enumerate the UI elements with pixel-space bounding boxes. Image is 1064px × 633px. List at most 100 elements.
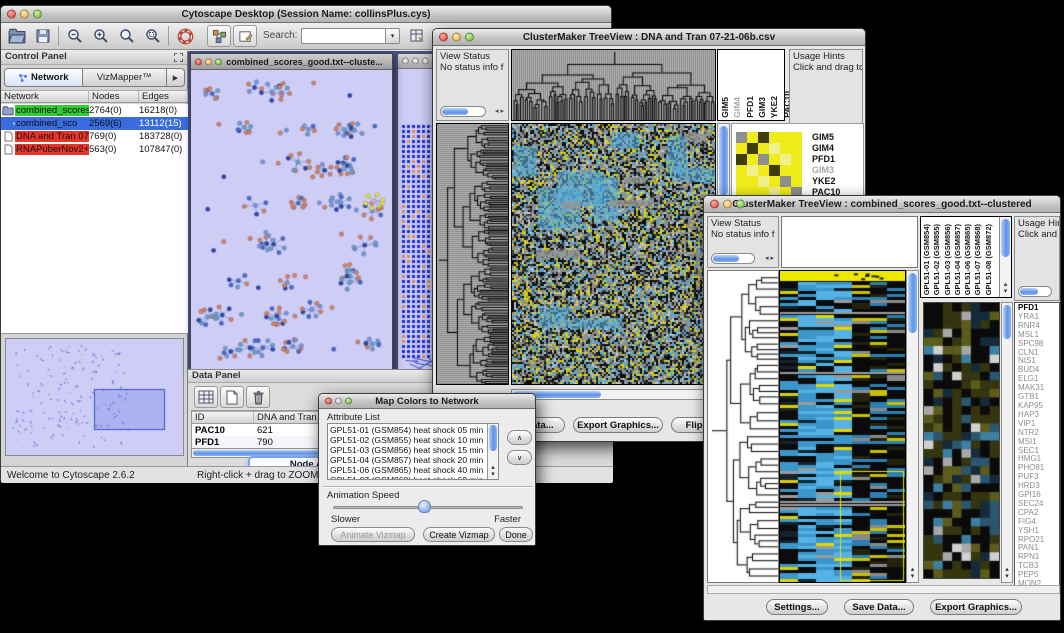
tv2-zoom-scrollbar[interactable]: ▴▾ — [1001, 302, 1013, 583]
zoom-window-icon[interactable] — [422, 58, 429, 65]
matrix-cell[interactable] — [747, 165, 758, 176]
zoom-window-icon[interactable] — [33, 10, 42, 19]
tv1-column-label[interactable]: GIM5 — [721, 97, 730, 118]
tv2-column-label[interactable]: GPL51-02 (GSM855) — [933, 224, 941, 295]
close-icon[interactable] — [402, 58, 409, 65]
save-data-button[interactable]: Save Data... — [844, 599, 914, 615]
matrix-cell[interactable] — [747, 154, 758, 165]
matrix-cell[interactable] — [791, 143, 802, 154]
zoom-fit-icon[interactable] — [115, 25, 139, 47]
tv1-heatmap[interactable] — [511, 123, 716, 385]
main-titlebar[interactable]: Cytoscape Desktop (Session Name: collins… — [1, 6, 611, 23]
col-nodes[interactable]: Nodes — [89, 91, 139, 102]
attribute-item[interactable]: GPL51-01 (GSM854) heat shock 05 min — [330, 425, 496, 435]
close-icon[interactable] — [7, 10, 16, 19]
settings-button[interactable]: Settings... — [766, 599, 828, 615]
matrix-cell[interactable] — [769, 165, 780, 176]
create-vizmap-button[interactable]: Create Vizmap — [423, 527, 495, 542]
done-button[interactable]: Done — [499, 527, 533, 542]
open-file-icon[interactable] — [5, 25, 29, 47]
matrix-cell[interactable] — [780, 132, 791, 143]
minimize-icon[interactable] — [20, 10, 29, 19]
move-attribute-up-button[interactable]: ∧ — [507, 430, 532, 445]
tv1-titlebar[interactable]: ClusterMaker TreeView : DNA and Tran 07-… — [433, 29, 865, 46]
move-attribute-down-button[interactable]: ∨ — [507, 450, 532, 465]
attribute-item[interactable]: GPL51-02 (GSM855) heat shock 10 min — [330, 435, 496, 445]
col-network[interactable]: Network — [1, 91, 89, 102]
attribute-item[interactable]: GPL51-07 (GSM868) heat shock 60 min — [330, 475, 496, 480]
network1-titlebar[interactable]: combined_scores_good.txt--cluste... — [191, 54, 392, 70]
window-controls[interactable] — [7, 10, 42, 19]
attribute-item[interactable]: GPL51-03 (GSM856) heat shock 15 min — [330, 445, 496, 455]
network-row[interactable]: combined_scores2764(0)16218(0) — [1, 104, 188, 117]
matrix-cell[interactable] — [780, 143, 791, 154]
tv2-column-dendrogram[interactable] — [781, 216, 918, 268]
search-options-icon[interactable] — [405, 25, 429, 47]
search-dropdown-icon[interactable]: ▾ — [385, 28, 400, 44]
matrix-cell[interactable] — [769, 143, 780, 154]
zoom-window-icon[interactable] — [736, 200, 745, 209]
zoom-window-icon[interactable] — [215, 58, 222, 65]
matrix-cell[interactable] — [747, 176, 758, 187]
close-icon[interactable] — [439, 33, 448, 42]
matrix-cell[interactable] — [791, 176, 802, 187]
matrix-cell[interactable] — [769, 154, 780, 165]
tv1-column-dendrogram[interactable] — [511, 49, 716, 121]
attribute-list-scrollbar[interactable]: ▴▾ — [487, 424, 498, 479]
minimize-icon[interactable] — [412, 58, 419, 65]
network-row[interactable]: DNA and Tran 07769(0)183728(0) — [1, 130, 188, 143]
tv2-column-label[interactable]: GPL51-08 (GSM872) — [985, 224, 993, 295]
network1-canvas[interactable] — [191, 70, 392, 373]
save-icon[interactable] — [31, 25, 55, 47]
matrix-cell[interactable] — [780, 165, 791, 176]
float-panel-icon[interactable] — [174, 53, 183, 62]
tv2-gene-list[interactable]: PFD1YRA1RNR4MSL1SPC98CLN1NIS1BUD4ELG1MAK… — [1014, 302, 1060, 592]
network-row[interactable]: RNAPuberNov2+!563(0)107847(0) — [1, 143, 188, 156]
tv1-column-label[interactable]: GIM4 — [733, 97, 742, 118]
matrix-cell[interactable] — [780, 154, 791, 165]
matrix-cell[interactable] — [736, 132, 747, 143]
zoom-in-icon[interactable] — [89, 25, 113, 47]
tab-overflow-icon[interactable]: ▶ — [167, 68, 185, 87]
matrix-cell[interactable] — [758, 132, 769, 143]
view-status-scrollbar[interactable] — [440, 106, 486, 117]
zoom-window-icon[interactable] — [465, 33, 474, 42]
usage-hints-scrollbar[interactable] — [1018, 286, 1052, 297]
tv2-vscrollbar[interactable]: ▴▾ — [906, 270, 919, 583]
dialog-titlebar[interactable]: Map Colors to Network — [319, 394, 535, 409]
tv2-titlebar[interactable]: ClusterMaker TreeView : combined_scores_… — [704, 196, 1060, 213]
help-lifesaver-icon[interactable] — [173, 25, 197, 47]
tv1-row-label[interactable]: YKE2 — [812, 176, 840, 187]
tv1-row-label[interactable]: GIM3 — [812, 165, 840, 176]
matrix-cell[interactable] — [747, 132, 758, 143]
tv1-column-label[interactable]: PFD1 — [746, 96, 755, 118]
attribute-table-icon[interactable] — [194, 386, 218, 408]
matrix-cell[interactable] — [780, 176, 791, 187]
attribute-item[interactable]: GPL51-04 (GSM857) heat shock 20 min — [330, 455, 496, 465]
export-graphics-button[interactable]: Export Graphics... — [573, 417, 663, 433]
matrix-cell[interactable] — [736, 176, 747, 187]
attribute-item[interactable]: GPL51-06 (GSM865) heat shock 40 min — [330, 465, 496, 475]
matrix-cell[interactable] — [736, 165, 747, 176]
minimize-icon[interactable] — [452, 33, 461, 42]
matrix-cell[interactable] — [747, 143, 758, 154]
tv1-hscrollbar[interactable] — [511, 389, 716, 400]
matrix-cell[interactable] — [791, 154, 802, 165]
delete-attribute-icon[interactable] — [246, 386, 270, 408]
minimize-icon[interactable] — [205, 58, 212, 65]
zoom-selected-icon[interactable] — [141, 25, 165, 47]
tv1-column-label[interactable]: GIM3 — [758, 97, 767, 118]
tv2-hscrollbar[interactable] — [707, 585, 1060, 594]
tv2-column-label[interactable]: GPL51-01 (GSM854) — [923, 224, 931, 295]
tv2-heatmap[interactable] — [779, 270, 906, 583]
matrix-cell[interactable] — [736, 154, 747, 165]
matrix-cell[interactable] — [758, 176, 769, 187]
tv1-row-label[interactable]: PFD1 — [812, 154, 840, 165]
attribute-list[interactable]: GPL51-01 (GSM854) heat shock 05 minGPL51… — [327, 423, 499, 480]
tv1-column-labels[interactable]: GIM5GIM4PFD1GIM3YKE2PAC10 — [717, 49, 785, 121]
matrix-cell[interactable] — [791, 165, 802, 176]
matrix-cell[interactable] — [791, 132, 802, 143]
minimize-icon[interactable] — [335, 398, 342, 405]
new-attribute-icon[interactable] — [220, 386, 244, 408]
tv2-column-scrollbar[interactable]: ▴▾ — [999, 217, 1011, 297]
